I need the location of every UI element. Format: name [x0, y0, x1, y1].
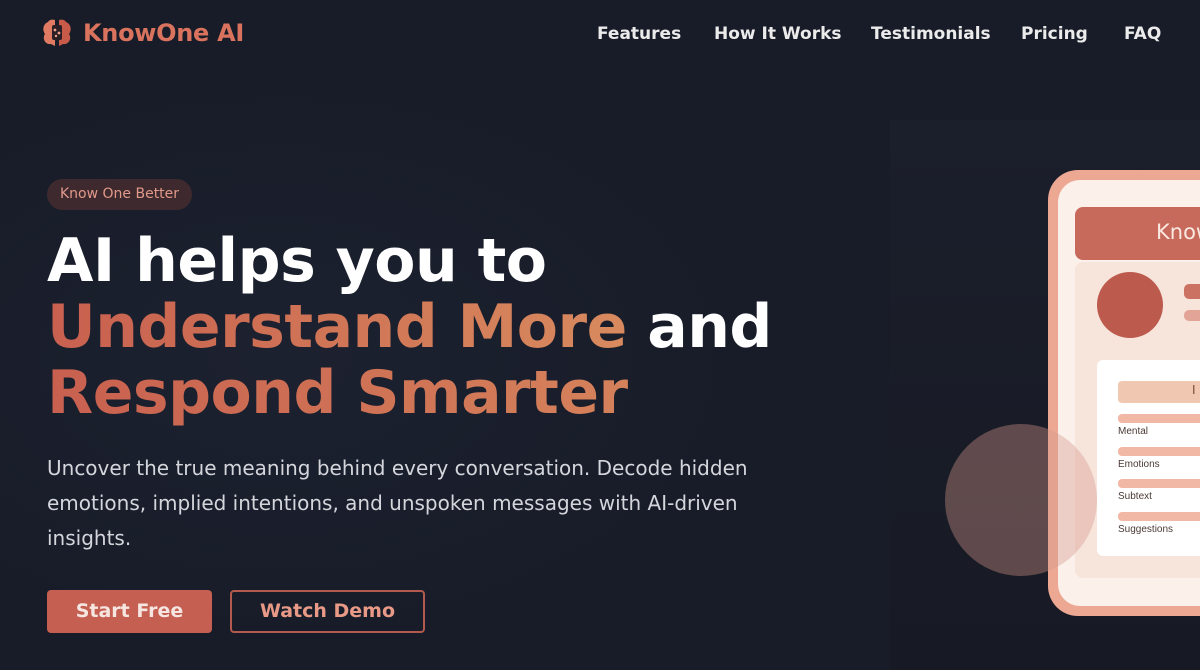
- headline-line-2: Understand More and: [47, 294, 772, 360]
- mockup-label-emotions: Emotions: [1118, 459, 1160, 470]
- mockup-line-subtext: [1118, 479, 1200, 488]
- headline-connector: and: [626, 292, 772, 362]
- mockup-header-text: Know: [1156, 220, 1200, 244]
- mockup-line-emotions: [1118, 447, 1200, 456]
- decorative-circle: [945, 424, 1097, 576]
- hero-headline: AI helps you to Understand More and Resp…: [47, 228, 772, 426]
- mockup-line-mental: [1118, 414, 1200, 423]
- mockup-label-subtext: Subtext: [1118, 491, 1152, 502]
- mockup-line-suggestions: [1118, 512, 1200, 521]
- nav-link-testimonials[interactable]: Testimonials: [871, 24, 991, 44]
- top-nav: KnowOne AI Features How It Works Testimo…: [0, 0, 1200, 70]
- mockup-avatar: [1097, 272, 1163, 338]
- mockup-subtitle-bar: [1184, 310, 1200, 321]
- start-free-button[interactable]: Start Free: [47, 590, 212, 633]
- hero-badge: Know One Better: [47, 179, 193, 210]
- headline-highlight-respond: Respond Smarter: [47, 360, 772, 426]
- mockup-card-title-text: I: [1192, 383, 1196, 397]
- headline-line-1: AI helps you to: [47, 226, 547, 296]
- watch-demo-button[interactable]: Watch Demo: [230, 590, 425, 633]
- mockup-label-mental: Mental: [1118, 426, 1149, 437]
- mockup-name-bar: [1184, 284, 1200, 299]
- headline-highlight-understand: Understand More: [47, 292, 627, 362]
- mockup-label-suggestions: Suggestions: [1118, 524, 1174, 535]
- nav-link-faq[interactable]: FAQ: [1124, 24, 1161, 44]
- nav-link-pricing[interactable]: Pricing: [1021, 24, 1088, 44]
- nav-link-how-it-works[interactable]: How It Works: [714, 24, 842, 44]
- hero-subtitle: Uncover the true meaning behind every co…: [47, 456, 748, 550]
- nav-link-features[interactable]: Features: [597, 24, 681, 44]
- nav-links: Features How It Works Testimonials Prici…: [0, 24, 1200, 48]
- mockup-header: Know: [1075, 207, 1200, 260]
- mockup-card-title: I: [1118, 381, 1200, 403]
